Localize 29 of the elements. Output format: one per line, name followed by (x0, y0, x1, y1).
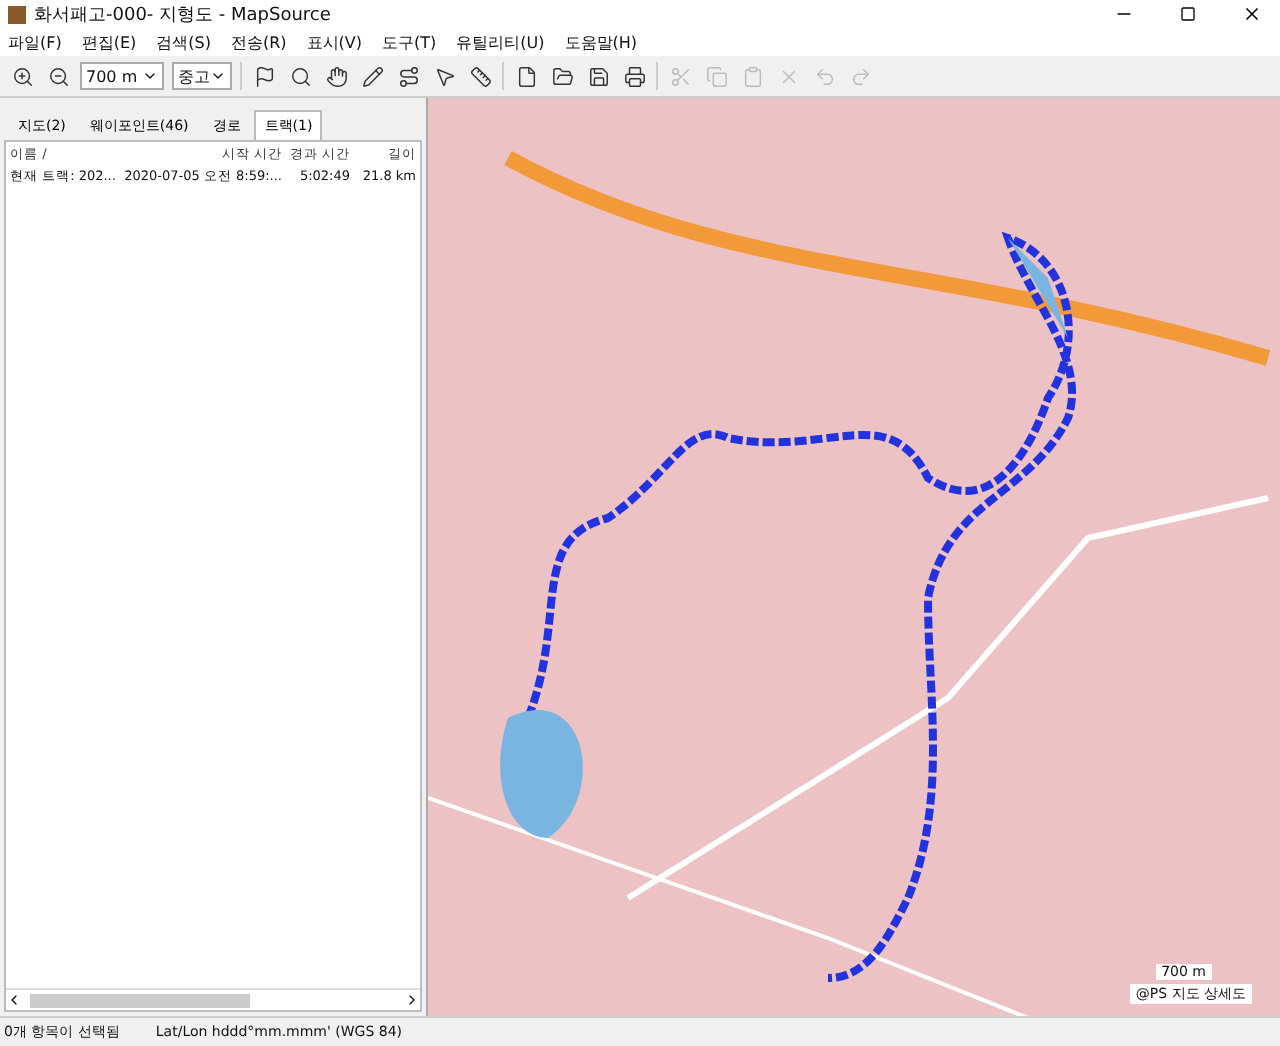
app-icon (8, 5, 26, 23)
detail-dropdown[interactable]: 중고 (172, 62, 232, 90)
route-icon[interactable] (394, 62, 422, 90)
save-icon[interactable] (584, 62, 612, 90)
print-icon[interactable] (620, 62, 648, 90)
window-title: 화서패고-000- 지형도 - MapSource (34, 3, 333, 27)
open-folder-icon[interactable] (548, 62, 576, 90)
zoom-in-icon[interactable] (8, 62, 36, 90)
chevron-down-icon (210, 68, 226, 84)
hand-icon[interactable] (322, 62, 350, 90)
menu-item[interactable]: 전송(R) (230, 31, 287, 53)
menu-item[interactable]: 유틸리티(U) (456, 31, 545, 53)
menu-item[interactable]: 도구(T) (382, 31, 437, 53)
zoom-scale-dropdown[interactable]: 700 m (80, 62, 164, 90)
menu-item[interactable]: 표시(V) (306, 31, 362, 53)
ruler-icon[interactable] (466, 62, 494, 90)
scrollbar-thumb[interactable] (30, 993, 250, 1007)
pencil-icon[interactable] (358, 62, 386, 90)
menu-item[interactable]: 검색(S) (156, 31, 211, 53)
scroll-right-icon[interactable] (404, 992, 420, 1008)
menu-item[interactable]: 도움말(H) (564, 31, 638, 53)
menu-item[interactable]: 편집(E) (81, 31, 137, 53)
scroll-left-icon[interactable] (6, 992, 22, 1008)
maximize-icon (1180, 6, 1196, 22)
menu-item[interactable]: 파일(F) (8, 31, 62, 53)
zoom-out-icon[interactable] (44, 62, 72, 90)
close-icon (1242, 4, 1262, 24)
search-icon[interactable] (286, 62, 314, 90)
chevron-down-icon (142, 68, 158, 84)
